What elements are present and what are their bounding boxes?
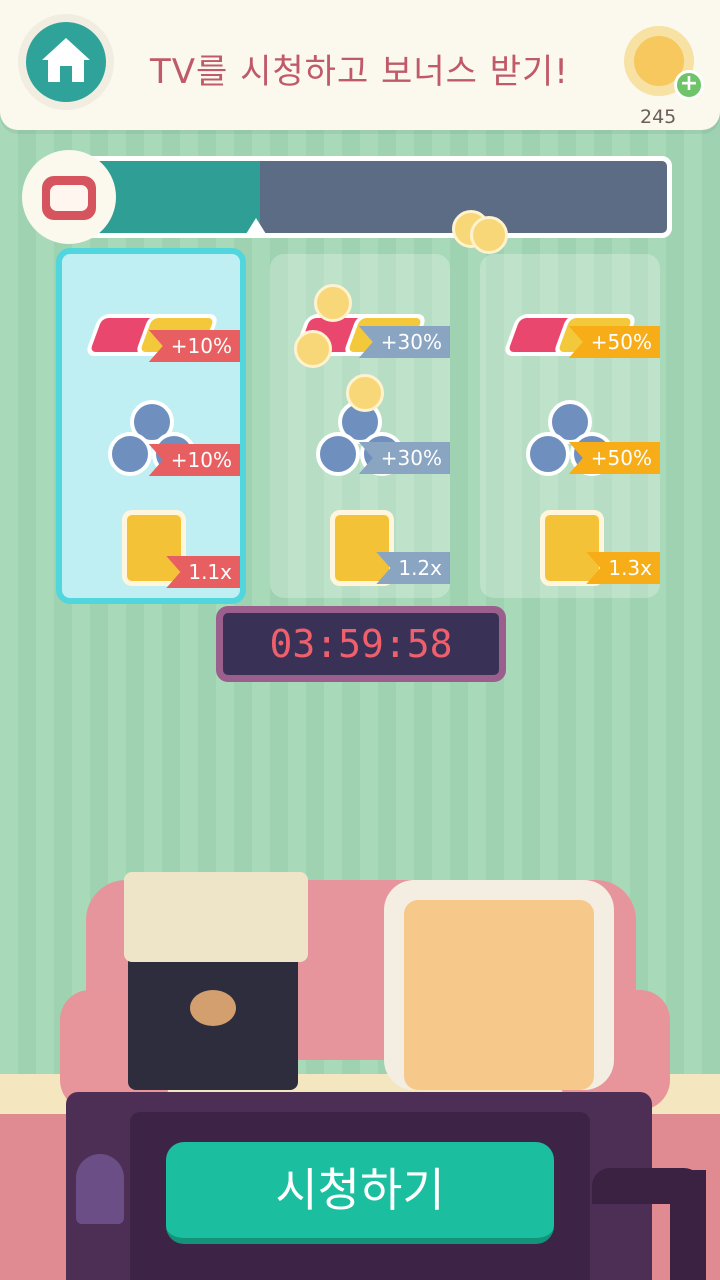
cat-token-icon (122, 510, 186, 586)
tv-icon (22, 150, 116, 244)
plus-icon: + (674, 70, 704, 100)
reward-balls: +50% (480, 394, 660, 494)
sushi-hat (124, 872, 308, 962)
jar-icon (76, 1154, 124, 1224)
pipe (670, 1170, 706, 1280)
coin-icon (470, 216, 508, 254)
cat-token-icon (330, 510, 394, 586)
countdown-timer: 03:59:58 (216, 606, 506, 682)
bonus-card-tier-2[interactable]: +30% +30% 1.2x (270, 254, 450, 598)
cat-token-icon (540, 510, 604, 586)
coin-icon (346, 374, 384, 412)
home-icon (26, 22, 106, 102)
reward-multiplier: 1.2x (270, 504, 450, 604)
bonus-card-tier-1[interactable]: +10% +10% 1.1x (56, 248, 246, 604)
bear-muzzle (190, 990, 236, 1026)
coin-icon (294, 330, 332, 368)
add-coins-button[interactable]: + (624, 26, 704, 102)
reward-multiplier: 1.3x (480, 504, 660, 604)
reward-balls: +10% (62, 394, 240, 494)
watch-button[interactable]: 시청하기 (166, 1142, 554, 1244)
coin-count: 245 (640, 106, 677, 128)
timer-value: 03:59:58 (269, 622, 453, 666)
header-bar: TV를 시청하고 보너스 받기! + 245 (0, 0, 720, 130)
reward-books: +10% (62, 294, 240, 394)
reward-multiplier: 1.1x (62, 504, 240, 604)
progress-marker (246, 218, 266, 234)
reward-books: +50% (480, 294, 660, 394)
page-title: TV를 시청하고 보너스 받기! (150, 52, 569, 92)
dog-character (404, 900, 594, 1090)
bonus-card-tier-3[interactable]: +50% +50% 1.3x (480, 254, 660, 598)
bonus-progress-bar (80, 156, 672, 238)
coin-icon (314, 284, 352, 322)
home-button[interactable] (18, 14, 114, 110)
